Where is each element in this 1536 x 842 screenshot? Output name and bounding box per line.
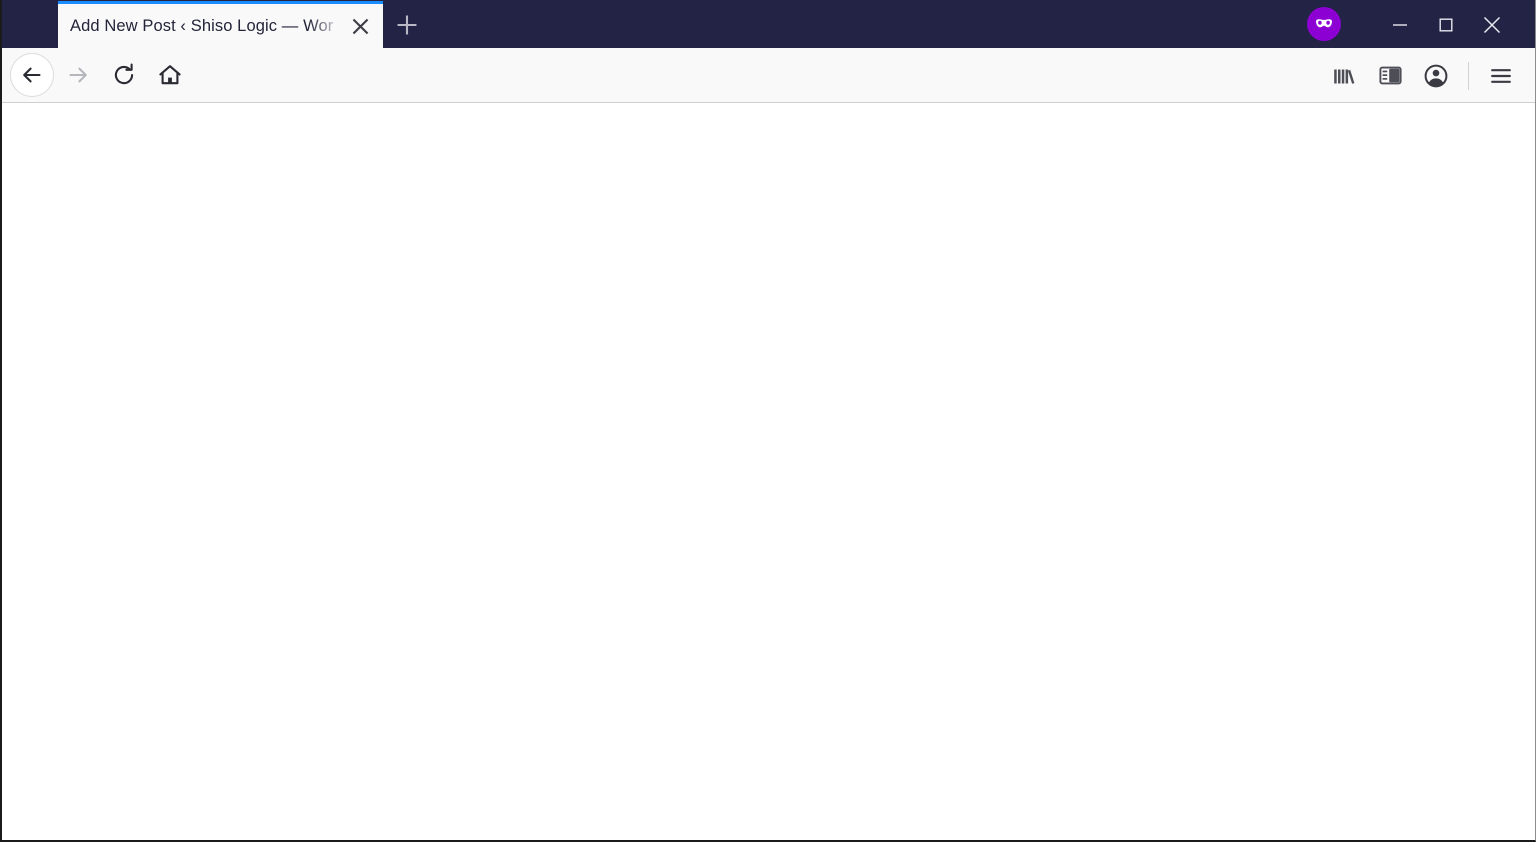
toolbar-divider (1468, 61, 1469, 90)
sidebar-icon[interactable] (1368, 54, 1412, 98)
tab-close-icon[interactable] (343, 9, 377, 43)
browser-tab-active[interactable]: Add New Post ‹ Shiso Logic — Wor (58, 1, 383, 48)
new-tab-button[interactable] (383, 1, 431, 48)
tab-title: Add New Post ‹ Shiso Logic — Wor (70, 17, 334, 35)
tabstrip-left-padding (2, 0, 58, 48)
private-browsing-mask-icon[interactable] (1307, 7, 1341, 41)
home-icon[interactable] (148, 53, 192, 97)
tab-strip: Add New Post ‹ Shiso Logic — Wor (2, 0, 1535, 48)
reload-icon[interactable] (102, 53, 146, 97)
navigation-toolbar: https://shisologic.com/wp-admin/post-new… (2, 48, 1535, 147)
account-avatar-icon[interactable] (1414, 54, 1458, 98)
hamburger-menu-icon[interactable] (1479, 54, 1523, 98)
back-arrow-icon[interactable] (10, 53, 54, 97)
browser-window: Add New Post ‹ Shiso Logic — Wor (0, 0, 1536, 842)
titlebar-drag-space (431, 1, 1307, 48)
toolbar-right-group (1312, 48, 1535, 103)
forward-arrow-icon (56, 53, 100, 97)
page-content-area[interactable] (4, 103, 1534, 838)
library-books-icon[interactable] (1322, 54, 1366, 98)
window-minimize-button[interactable] (1377, 1, 1423, 48)
window-close-button[interactable] (1469, 1, 1515, 48)
window-maximize-button[interactable] (1423, 1, 1469, 48)
